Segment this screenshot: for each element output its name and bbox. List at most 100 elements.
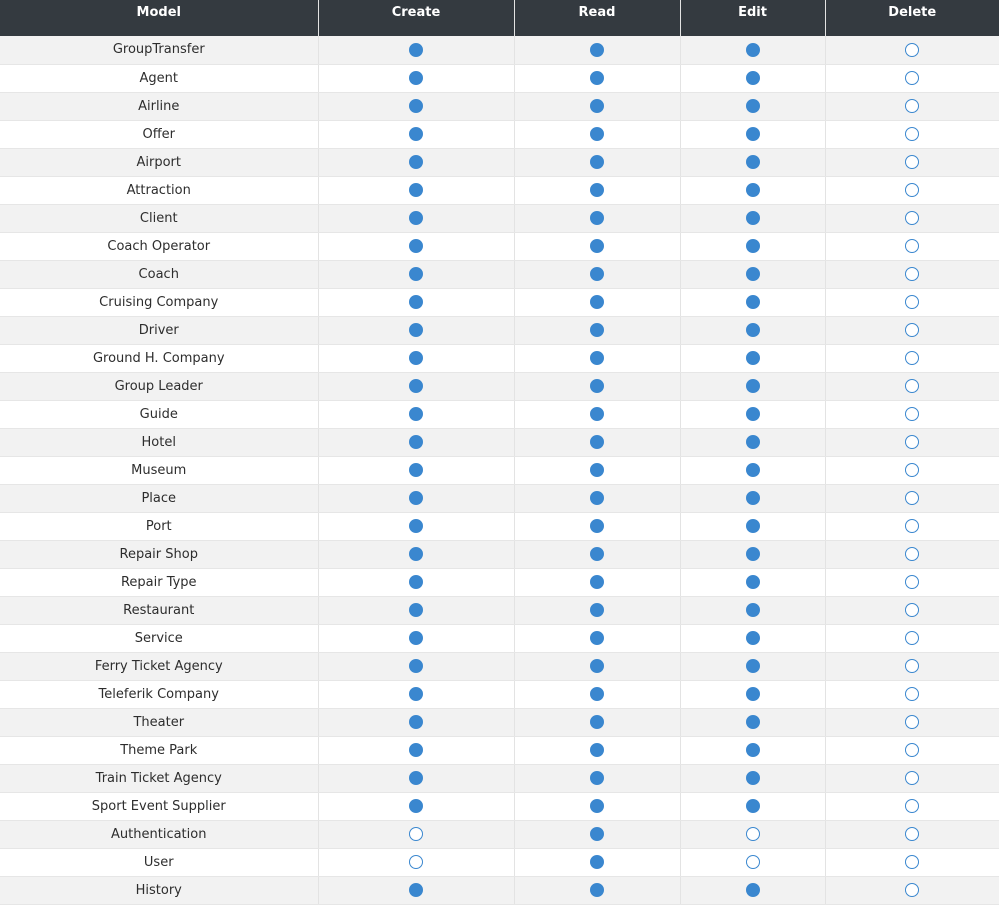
create-permission-radio[interactable]	[409, 42, 423, 57]
edit-permission-radio[interactable]	[745, 631, 760, 645]
read-permission-radio[interactable]	[590, 435, 604, 449]
delete-permission-radio[interactable]	[905, 351, 920, 365]
delete-permission-radio[interactable]	[905, 211, 920, 225]
delete-permission-radio[interactable]	[905, 323, 920, 337]
create-permission-radio[interactable]	[409, 715, 423, 729]
create-permission-radio[interactable]	[409, 407, 423, 421]
delete-permission-radio[interactable]	[905, 547, 920, 561]
delete-permission-radio[interactable]	[905, 631, 920, 645]
edit-permission-radio[interactable]	[745, 71, 760, 85]
create-permission-radio[interactable]	[409, 799, 423, 813]
delete-permission-radio[interactable]	[905, 575, 920, 589]
edit-permission-radio[interactable]	[745, 603, 760, 617]
create-permission-radio[interactable]	[409, 323, 423, 337]
delete-permission-radio[interactable]	[905, 99, 920, 113]
read-permission-radio[interactable]	[590, 547, 604, 561]
create-permission-radio[interactable]	[409, 743, 423, 757]
read-permission-radio[interactable]	[590, 379, 604, 393]
read-permission-radio[interactable]	[590, 855, 604, 869]
edit-permission-radio[interactable]	[745, 463, 760, 477]
edit-permission-radio[interactable]	[745, 715, 760, 729]
create-permission-radio[interactable]	[409, 603, 423, 617]
edit-permission-radio[interactable]	[745, 239, 760, 253]
edit-permission-radio[interactable]	[745, 519, 760, 533]
create-permission-radio[interactable]	[409, 127, 423, 141]
read-permission-radio[interactable]	[590, 42, 604, 57]
delete-permission-radio[interactable]	[905, 379, 920, 393]
edit-permission-radio[interactable]	[745, 659, 760, 673]
create-permission-radio[interactable]	[409, 827, 423, 841]
delete-permission-radio[interactable]	[905, 239, 920, 253]
delete-permission-radio[interactable]	[905, 883, 920, 897]
delete-permission-radio[interactable]	[905, 267, 920, 281]
edit-permission-radio[interactable]	[745, 127, 760, 141]
create-permission-radio[interactable]	[409, 883, 423, 897]
edit-permission-radio[interactable]	[745, 99, 760, 113]
read-permission-radio[interactable]	[590, 323, 604, 337]
read-permission-radio[interactable]	[590, 771, 604, 785]
edit-permission-radio[interactable]	[745, 771, 760, 785]
read-permission-radio[interactable]	[590, 183, 604, 197]
read-permission-radio[interactable]	[590, 575, 604, 589]
delete-permission-radio[interactable]	[905, 687, 920, 701]
read-permission-radio[interactable]	[590, 715, 604, 729]
create-permission-radio[interactable]	[409, 183, 423, 197]
create-permission-radio[interactable]	[409, 547, 423, 561]
delete-permission-radio[interactable]	[905, 155, 920, 169]
delete-permission-radio[interactable]	[905, 743, 920, 757]
read-permission-radio[interactable]	[590, 883, 604, 897]
read-permission-radio[interactable]	[590, 99, 604, 113]
edit-permission-radio[interactable]	[745, 547, 760, 561]
read-permission-radio[interactable]	[590, 659, 604, 673]
create-permission-radio[interactable]	[409, 855, 423, 869]
create-permission-radio[interactable]	[409, 519, 423, 533]
delete-permission-radio[interactable]	[905, 71, 920, 85]
create-permission-radio[interactable]	[409, 71, 423, 85]
read-permission-radio[interactable]	[590, 267, 604, 281]
delete-permission-radio[interactable]	[905, 183, 920, 197]
read-permission-radio[interactable]	[590, 827, 604, 841]
read-permission-radio[interactable]	[590, 295, 604, 309]
delete-permission-radio[interactable]	[905, 827, 920, 841]
edit-permission-radio[interactable]	[745, 407, 760, 421]
read-permission-radio[interactable]	[590, 631, 604, 645]
delete-permission-radio[interactable]	[905, 407, 920, 421]
delete-permission-radio[interactable]	[905, 715, 920, 729]
delete-permission-radio[interactable]	[905, 435, 920, 449]
create-permission-radio[interactable]	[409, 211, 423, 225]
create-permission-radio[interactable]	[409, 267, 423, 281]
read-permission-radio[interactable]	[590, 491, 604, 505]
create-permission-radio[interactable]	[409, 491, 423, 505]
read-permission-radio[interactable]	[590, 603, 604, 617]
read-permission-radio[interactable]	[590, 127, 604, 141]
delete-permission-radio[interactable]	[905, 42, 920, 57]
read-permission-radio[interactable]	[590, 155, 604, 169]
create-permission-radio[interactable]	[409, 99, 423, 113]
create-permission-radio[interactable]	[409, 463, 423, 477]
read-permission-radio[interactable]	[590, 743, 604, 757]
create-permission-radio[interactable]	[409, 295, 423, 309]
create-permission-radio[interactable]	[409, 631, 423, 645]
read-permission-radio[interactable]	[590, 799, 604, 813]
read-permission-radio[interactable]	[590, 687, 604, 701]
create-permission-radio[interactable]	[409, 771, 423, 785]
edit-permission-radio[interactable]	[745, 42, 760, 57]
delete-permission-radio[interactable]	[905, 295, 920, 309]
create-permission-radio[interactable]	[409, 239, 423, 253]
read-permission-radio[interactable]	[590, 351, 604, 365]
edit-permission-radio[interactable]	[745, 491, 760, 505]
read-permission-radio[interactable]	[590, 239, 604, 253]
delete-permission-radio[interactable]	[905, 519, 920, 533]
delete-permission-radio[interactable]	[905, 491, 920, 505]
create-permission-radio[interactable]	[409, 435, 423, 449]
edit-permission-radio[interactable]	[745, 687, 760, 701]
edit-permission-radio[interactable]	[745, 883, 760, 897]
create-permission-radio[interactable]	[409, 575, 423, 589]
create-permission-radio[interactable]	[409, 351, 423, 365]
delete-permission-radio[interactable]	[905, 127, 920, 141]
create-permission-radio[interactable]	[409, 155, 423, 169]
create-permission-radio[interactable]	[409, 659, 423, 673]
edit-permission-radio[interactable]	[745, 799, 760, 813]
delete-permission-radio[interactable]	[905, 799, 920, 813]
edit-permission-radio[interactable]	[745, 855, 760, 869]
